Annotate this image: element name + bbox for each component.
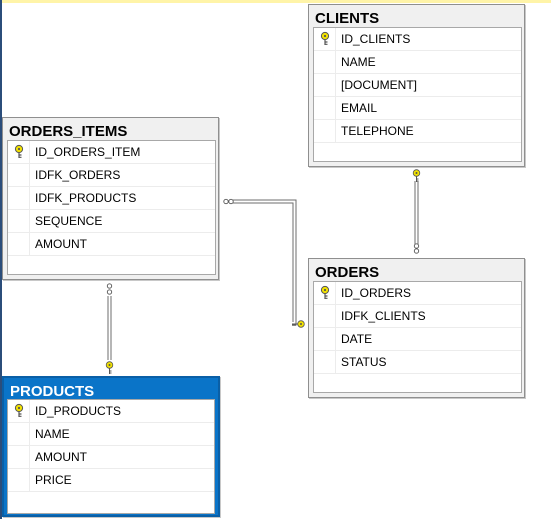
- column-name: TELEPHONE: [341, 124, 414, 138]
- column-name: ID_ORDERS: [341, 286, 412, 300]
- column-name: AMOUNT: [35, 450, 87, 464]
- column-row[interactable]: ID_CLIENTS: [314, 28, 521, 51]
- key-cell: [8, 469, 30, 491]
- table-title: ORDERS_ITEMS: [9, 123, 128, 140]
- column-name: PRICE: [35, 473, 72, 487]
- key-cell: [8, 233, 30, 255]
- column-row[interactable]: NAME: [314, 51, 521, 74]
- column-name: IDFK_PRODUCTS: [35, 191, 137, 205]
- column-row[interactable]: TELEPHONE: [314, 120, 521, 143]
- key-cell: [8, 164, 30, 186]
- key-icon: [14, 144, 24, 158]
- column-row[interactable]: STATUS: [314, 351, 521, 374]
- table-clients[interactable]: CLIENTS ID_CLIENTS NAME [DOCUMENT] EMAIL: [308, 4, 525, 167]
- relationship-ordersitems-orders[interactable]: [223, 198, 305, 328]
- column-row[interactable]: [DOCUMENT]: [314, 74, 521, 97]
- column-row[interactable]: AMOUNT: [8, 233, 215, 256]
- one-end-key-icon: [105, 361, 114, 375]
- key-cell: [8, 400, 30, 422]
- key-cell: [8, 423, 30, 445]
- column-name: ID_ORDERS_ITEM: [35, 145, 141, 159]
- relationship-clients-orders[interactable]: [412, 169, 421, 254]
- key-cell: [314, 120, 336, 142]
- table-orders-items[interactable]: ORDERS_ITEMS ID_ORDERS_ITEM IDFK_ORDERS …: [2, 117, 219, 280]
- key-cell: [314, 351, 336, 373]
- key-cell: [314, 282, 336, 304]
- key-cell: [8, 141, 30, 163]
- column-row[interactable]: IDFK_ORDERS: [8, 164, 215, 187]
- table-title: CLIENTS: [315, 10, 380, 27]
- key-cell: [8, 187, 30, 209]
- column-row[interactable]: ID_ORDERS: [314, 282, 521, 305]
- column-row[interactable]: ID_ORDERS_ITEM: [8, 141, 215, 164]
- column-name: NAME: [35, 427, 70, 441]
- key-icon: [320, 31, 330, 45]
- key-cell: [314, 28, 336, 50]
- column-row[interactable]: NAME: [8, 423, 214, 446]
- relationship-ordersitems-products[interactable]: [105, 283, 114, 375]
- many-end-infinity-icon: [106, 283, 113, 295]
- column-row[interactable]: SEQUENCE: [8, 210, 215, 233]
- column-list: ID_ORDERS IDFK_CLIENTS DATE STATUS: [313, 281, 522, 393]
- table-title: ORDERS: [315, 264, 380, 281]
- column-row[interactable]: EMAIL: [314, 97, 521, 120]
- column-name: ID_PRODUCTS: [35, 404, 122, 418]
- column-name: EMAIL: [341, 101, 378, 115]
- key-icon: [320, 285, 330, 299]
- many-end-infinity-icon: [223, 198, 234, 205]
- column-name: ID_CLIENTS: [341, 32, 411, 46]
- column-row[interactable]: ID_PRODUCTS: [8, 400, 214, 423]
- column-name: [DOCUMENT]: [341, 78, 417, 92]
- column-list: ID_CLIENTS NAME [DOCUMENT] EMAIL TELEPHO…: [313, 27, 522, 162]
- key-cell: [314, 97, 336, 119]
- column-row[interactable]: IDFK_PRODUCTS: [8, 187, 215, 210]
- key-cell: [8, 446, 30, 468]
- column-name: SEQUENCE: [35, 214, 103, 228]
- column-row[interactable]: AMOUNT: [8, 446, 214, 469]
- column-name: STATUS: [341, 355, 387, 369]
- key-cell: [314, 305, 336, 327]
- table-products[interactable]: PRODUCTS ID_PRODUCTS NAME AMOUNT PRICE: [2, 376, 220, 517]
- column-list: ID_PRODUCTS NAME AMOUNT PRICE: [7, 399, 215, 514]
- table-title: PRODUCTS: [10, 383, 95, 400]
- key-cell: [314, 74, 336, 96]
- column-name: DATE: [341, 332, 373, 346]
- key-cell: [8, 210, 30, 232]
- key-cell: [314, 51, 336, 73]
- column-name: NAME: [341, 55, 376, 69]
- key-cell: [314, 328, 336, 350]
- column-name: AMOUNT: [35, 237, 87, 251]
- table-orders[interactable]: ORDERS ID_ORDERS IDFK_CLIENTS DATE STATU…: [308, 258, 525, 398]
- column-row[interactable]: DATE: [314, 328, 521, 351]
- column-list: ID_ORDERS_ITEM IDFK_ORDERS IDFK_PRODUCTS…: [7, 140, 216, 275]
- one-end-key-icon: [412, 169, 421, 183]
- column-name: IDFK_CLIENTS: [341, 309, 426, 323]
- one-end-key-icon: [291, 320, 305, 328]
- many-end-infinity-icon: [413, 243, 420, 254]
- key-icon: [14, 403, 24, 417]
- column-name: IDFK_ORDERS: [35, 168, 121, 182]
- column-row[interactable]: IDFK_CLIENTS: [314, 305, 521, 328]
- column-row[interactable]: PRICE: [8, 469, 214, 492]
